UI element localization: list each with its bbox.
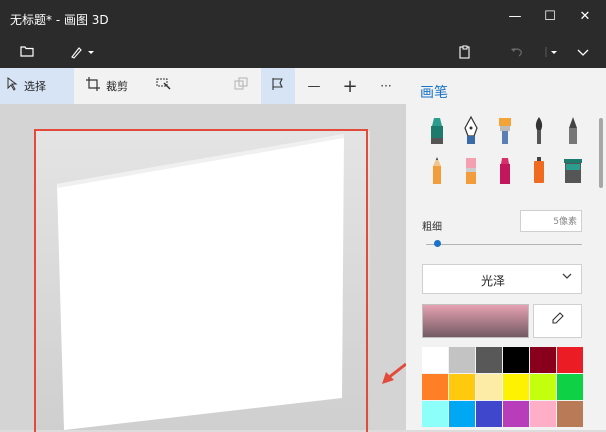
palette-color-swatch[interactable] bbox=[422, 401, 448, 427]
finish-dropdown-value: 光泽 bbox=[480, 274, 505, 288]
magic-select-icon bbox=[156, 77, 172, 95]
thickness-slider-track[interactable] bbox=[426, 244, 582, 245]
brushes-panel: 画笔 粗细 5像素 光泽 bbox=[406, 68, 606, 430]
sticker-flag-tool[interactable] bbox=[261, 68, 295, 104]
close-button[interactable]: ✕ bbox=[575, 9, 595, 24]
brush-menu-icon[interactable] bbox=[70, 45, 98, 63]
window-title: 无标题* - 画图 3D bbox=[10, 13, 109, 27]
palette-color-swatch[interactable] bbox=[422, 374, 448, 400]
thickness-input[interactable]: 5像素 bbox=[520, 210, 582, 232]
canvas-toolbar: 选择 裁剪 — + ··· bbox=[0, 68, 406, 105]
thickness-label: 粗细 bbox=[422, 222, 442, 233]
panel-scrollbar[interactable] bbox=[599, 118, 603, 188]
undo-icon[interactable] bbox=[510, 45, 524, 63]
folder-icon[interactable] bbox=[20, 45, 34, 61]
canvas-area[interactable] bbox=[0, 104, 407, 432]
chevron-down-icon bbox=[561, 270, 573, 285]
palette-color-swatch[interactable] bbox=[530, 347, 556, 373]
fill-bucket-icon[interactable] bbox=[562, 156, 584, 186]
palette-color-swatch[interactable] bbox=[530, 401, 556, 427]
magic-select-tool[interactable] bbox=[150, 68, 180, 104]
palette-color-swatch[interactable] bbox=[557, 374, 583, 400]
palette-color-swatch[interactable] bbox=[476, 401, 502, 427]
palette-color-swatch[interactable] bbox=[476, 374, 502, 400]
arrow-annotation-icon bbox=[382, 362, 407, 384]
minimize-button[interactable]: — bbox=[505, 9, 525, 24]
crayon-icon[interactable] bbox=[496, 156, 514, 186]
marker-icon[interactable] bbox=[428, 116, 446, 146]
palette-color-swatch[interactable] bbox=[530, 374, 556, 400]
palette-color-swatch[interactable] bbox=[557, 401, 583, 427]
palette-color-swatch[interactable] bbox=[422, 347, 448, 373]
ellipsis-icon: ··· bbox=[380, 79, 392, 93]
watercolor-icon[interactable] bbox=[530, 116, 548, 146]
crop-label: 裁剪 bbox=[106, 80, 128, 93]
eyedropper-button[interactable] bbox=[533, 304, 582, 338]
calligraphy-pen-icon[interactable] bbox=[462, 116, 480, 146]
copy-tool[interactable] bbox=[228, 68, 256, 104]
panel-title: 画笔 bbox=[420, 85, 448, 101]
spray-can-icon[interactable] bbox=[530, 156, 548, 186]
selection-box[interactable] bbox=[34, 129, 368, 432]
palette-color-swatch[interactable] bbox=[449, 347, 475, 373]
chevron-down-icon[interactable] bbox=[576, 45, 590, 63]
crop-icon bbox=[86, 77, 100, 95]
palette-color-swatch[interactable] bbox=[557, 347, 583, 373]
plus-icon: + bbox=[342, 75, 358, 97]
select-tool[interactable]: 选择 bbox=[0, 68, 74, 104]
current-color-swatch[interactable] bbox=[422, 304, 529, 338]
zoom-in-button[interactable]: + bbox=[336, 68, 364, 104]
title-bar: 无标题* - 画图 3D — ☐ ✕ bbox=[0, 0, 606, 37]
palette-color-swatch[interactable] bbox=[449, 401, 475, 427]
zoom-out-button[interactable]: — bbox=[300, 68, 328, 104]
eraser-icon[interactable] bbox=[462, 156, 480, 186]
palette-color-swatch[interactable] bbox=[503, 401, 529, 427]
menu-bar bbox=[0, 37, 606, 68]
finish-dropdown[interactable]: 光泽 bbox=[422, 264, 582, 294]
palette-color-swatch[interactable] bbox=[503, 374, 529, 400]
minus-icon: — bbox=[307, 78, 321, 94]
crop-tool[interactable]: 裁剪 bbox=[80, 68, 140, 104]
thickness-slider-thumb[interactable] bbox=[433, 240, 441, 247]
maximize-button[interactable]: ☐ bbox=[540, 9, 560, 24]
pixel-pen-icon[interactable] bbox=[564, 116, 582, 146]
palette-color-swatch[interactable] bbox=[449, 374, 475, 400]
palette-color-swatch[interactable] bbox=[476, 347, 502, 373]
palette-color-swatch[interactable] bbox=[503, 347, 529, 373]
oil-brush-icon[interactable] bbox=[496, 116, 514, 146]
pencil-icon[interactable] bbox=[428, 156, 446, 186]
more-options-button[interactable]: ··· bbox=[372, 68, 400, 104]
flag-icon bbox=[271, 77, 285, 95]
copy-icon bbox=[234, 77, 248, 95]
select-label: 选择 bbox=[24, 80, 46, 93]
cursor-icon bbox=[6, 77, 18, 95]
eyedropper-icon bbox=[551, 312, 565, 329]
paste-icon[interactable] bbox=[458, 45, 472, 63]
more-dropdown-icon[interactable] bbox=[545, 45, 561, 63]
